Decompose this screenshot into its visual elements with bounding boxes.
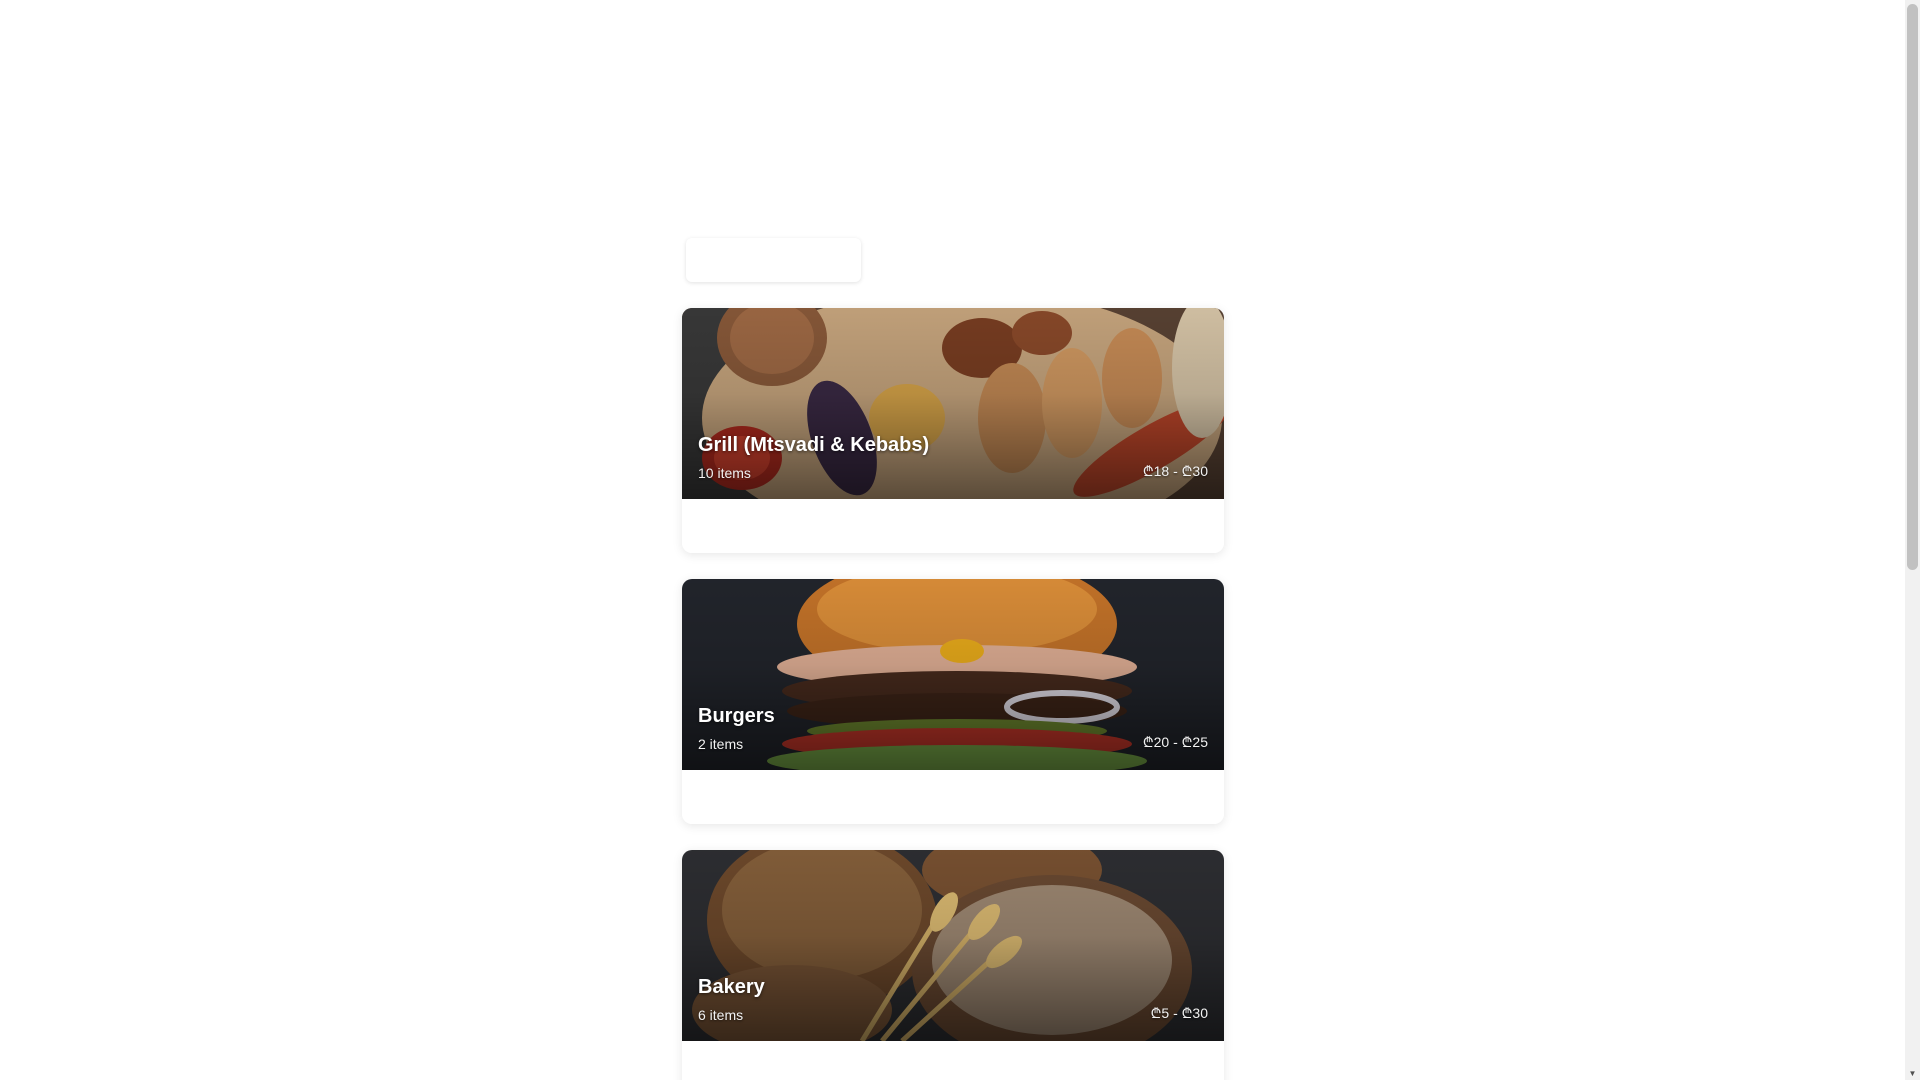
category-price-range: ₾5 - ₾30 <box>1150 1005 1208 1021</box>
card-footer <box>682 1041 1224 1080</box>
grill-image: Grill (Mtsvadi & Kebabs) 10 items ₾18 - … <box>682 308 1224 499</box>
category-item-count: 10 items <box>698 465 751 481</box>
scrollbar-thumb[interactable] <box>1907 4 1918 570</box>
card-footer <box>682 770 1224 824</box>
search-input[interactable] <box>686 238 861 282</box>
vertical-scrollbar[interactable]: ▼ <box>1905 0 1920 1080</box>
category-card-bakery[interactable]: Bakery 6 items ₾5 - ₾30 <box>682 850 1224 1080</box>
burger-image: Burgers 2 items ₾20 - ₾25 <box>682 579 1224 770</box>
category-title: Burgers <box>698 705 775 727</box>
category-price-range: ₾18 - ₾30 <box>1142 463 1208 479</box>
category-price-range: ₾20 - ₾25 <box>1142 734 1208 750</box>
category-title: Grill (Mtsvadi & Kebabs) <box>698 434 930 456</box>
category-title: Bakery <box>698 976 765 998</box>
category-card-burgers[interactable]: Burgers 2 items ₾20 - ₾25 <box>682 579 1224 824</box>
category-card-grill[interactable]: Grill (Mtsvadi & Kebabs) 10 items ₾18 - … <box>682 308 1224 553</box>
page: Grill (Mtsvadi & Kebabs) 10 items ₾18 - … <box>0 0 1920 1080</box>
card-footer <box>682 499 1224 553</box>
bread-image: Bakery 6 items ₾5 - ₾30 <box>682 850 1224 1041</box>
chevron-down-icon[interactable]: ▼ <box>1908 1069 1917 1078</box>
image-overlay <box>682 850 1224 1041</box>
category-item-count: 2 items <box>698 736 744 752</box>
category-item-count: 6 items <box>698 1007 744 1023</box>
